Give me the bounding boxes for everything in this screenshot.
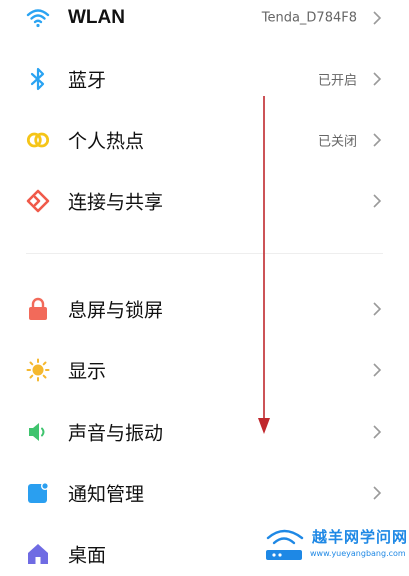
watermark-text: 越羊网学问网 (312, 528, 409, 546)
bluetooth-row[interactable]: 蓝牙 已开启 (0, 57, 409, 101)
notifications-row[interactable]: 通知管理 (0, 471, 409, 515)
sound-label: 声音与振动 (68, 422, 164, 445)
lockscreen-label: 息屏与锁屏 (68, 299, 164, 322)
chevron-right-icon (373, 302, 382, 316)
bluetooth-label: 蓝牙 (68, 69, 107, 92)
bluetooth-status: 已开启 (317, 73, 357, 89)
hotspot-label: 个人热点 (68, 130, 145, 153)
hotspot-row[interactable]: 个人热点 已关闭 (0, 118, 409, 162)
home-icon (26, 542, 50, 566)
sun-icon (26, 358, 50, 382)
scroll-down-arrow-annotation (258, 96, 270, 434)
chevron-right-icon (373, 72, 382, 86)
connection-share-row[interactable]: 连接与共享 (0, 179, 409, 223)
sound-row[interactable]: 声音与振动 (0, 410, 409, 454)
chevron-right-icon (373, 425, 382, 439)
wlan-row[interactable]: WLAN Tenda_D784F8 (0, 0, 409, 40)
wlan-network-name: Tenda_D784F8 (261, 10, 357, 26)
connection-share-label: 连接与共享 (68, 191, 164, 214)
notifications-label: 通知管理 (68, 483, 145, 506)
bluetooth-icon (26, 67, 50, 91)
chevron-right-icon (373, 194, 382, 208)
wlan-label: WLAN (68, 7, 125, 28)
chevron-right-icon (373, 486, 382, 500)
display-label: 显示 (68, 360, 107, 383)
wifi-icon (26, 6, 50, 30)
display-row[interactable]: 显示 (0, 348, 409, 392)
notification-icon (26, 481, 50, 505)
lock-icon (26, 297, 50, 321)
chevron-right-icon (373, 11, 382, 25)
desktop-label: 桌面 (68, 544, 107, 567)
chevron-right-icon (373, 363, 382, 377)
hotspot-icon (26, 128, 50, 152)
watermark-url: www.yueyangbang.com (310, 549, 406, 558)
hotspot-status: 已关闭 (317, 134, 357, 150)
connection-share-icon (26, 189, 50, 213)
section-divider (26, 253, 383, 254)
lockscreen-row[interactable]: 息屏与锁屏 (0, 287, 409, 331)
watermark: 越羊网学问网 www.yueyangbang.com (262, 522, 409, 569)
chevron-right-icon (373, 133, 382, 147)
speaker-icon (26, 420, 50, 444)
watermark-logo-icon (266, 529, 304, 560)
